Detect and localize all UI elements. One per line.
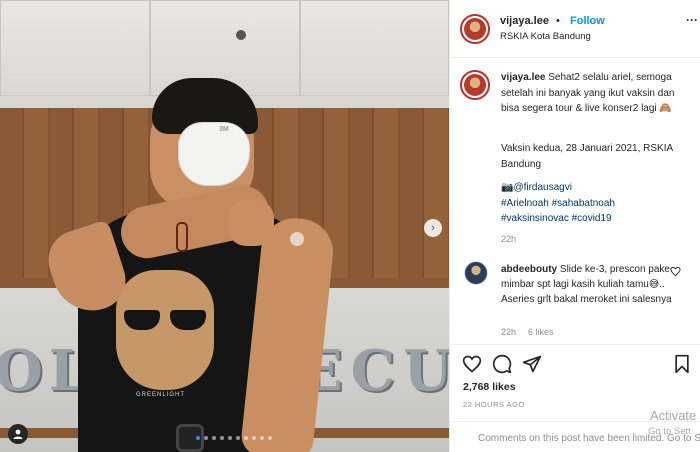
hashtags-line-1[interactable]: #Arielnoah #sahabatnoah	[501, 196, 691, 212]
carousel-dot	[252, 436, 256, 440]
person-hand	[228, 200, 274, 246]
hashtags-line-2[interactable]: #vaksinsinovac #covid19	[501, 211, 691, 227]
like-heart-icon[interactable]	[462, 354, 482, 374]
windows-activate-title: Activate	[650, 408, 697, 423]
carousel-dot	[268, 436, 272, 440]
vaccine-bandage	[290, 232, 304, 246]
like-count[interactable]: 2,768 likes	[463, 381, 516, 393]
carousel-dot	[212, 436, 216, 440]
bookmark-icon[interactable]	[672, 354, 692, 374]
shirt-print-glasses	[124, 310, 208, 330]
more-horizontal-icon[interactable]: ···	[686, 14, 698, 26]
header-separator: •	[556, 15, 560, 27]
comment-text: abdeebouty Slide ke-3, prescon pake mimb…	[501, 262, 677, 307]
carousel-dot	[244, 436, 248, 440]
author-username[interactable]: vijaya.lee	[500, 15, 549, 27]
caption-author-avatar[interactable]	[460, 70, 490, 100]
post-header: vijaya.lee • Follow RSKIA Kota Bandung ·…	[450, 0, 700, 58]
post-photo[interactable]: OL ECU GREENLIGHT 3M ›	[0, 0, 449, 452]
commenter-avatar[interactable]	[464, 261, 488, 285]
post-location[interactable]: RSKIA Kota Bandung	[500, 31, 591, 42]
author-avatar[interactable]	[460, 14, 490, 44]
comment-time[interactable]: 22h	[501, 327, 516, 337]
carousel-dot	[196, 436, 200, 440]
caption-username[interactable]: vijaya.lee	[501, 72, 545, 83]
caption-text: vijaya.lee Sehat2 selalu ariel, semoga s…	[501, 70, 691, 117]
comment-heart-icon[interactable]	[670, 266, 681, 277]
post-date[interactable]: 22 HOURS AGO	[463, 400, 525, 409]
bracelet	[176, 222, 188, 252]
caption-credit: 📷@firdausagvi	[501, 180, 691, 196]
shirt-print-face	[116, 270, 214, 390]
tagged-users-button[interactable]	[8, 424, 28, 444]
carousel-dot	[260, 436, 264, 440]
post-side-panel: vijaya.lee • Follow RSKIA Kota Bandung ·…	[449, 0, 700, 452]
carousel-dot	[228, 436, 232, 440]
face-mask	[178, 122, 250, 186]
caption-vaccine-line: Vaksin kedua, 28 Januari 2021, RSKIA Ban…	[501, 143, 673, 170]
comment-meta: 22h 6 likes	[501, 327, 554, 337]
caption-time[interactable]: 22h	[501, 234, 516, 244]
comment-username[interactable]: abdeebouty	[501, 264, 557, 275]
photo-credit-link[interactable]: @firdausagvi	[513, 182, 572, 193]
carousel-next-button[interactable]: ›	[424, 219, 442, 237]
mask-brand: 3M	[219, 126, 229, 133]
carousel-dot	[236, 436, 240, 440]
windows-activate-subtitle: Go to Sett	[648, 426, 691, 437]
carousel-dot	[220, 436, 224, 440]
comment-likes[interactable]: 6 likes	[528, 327, 554, 337]
share-paper-plane-icon[interactable]	[522, 354, 542, 374]
carousel-dots	[196, 436, 272, 440]
user-icon	[13, 429, 23, 439]
carousel-dot	[204, 436, 208, 440]
comment-icon[interactable]	[492, 354, 512, 374]
shirt-print-label: GREENLIGHT	[136, 392, 186, 398]
camera-icon: 📷	[501, 182, 514, 193]
follow-button[interactable]: Follow	[570, 15, 605, 27]
